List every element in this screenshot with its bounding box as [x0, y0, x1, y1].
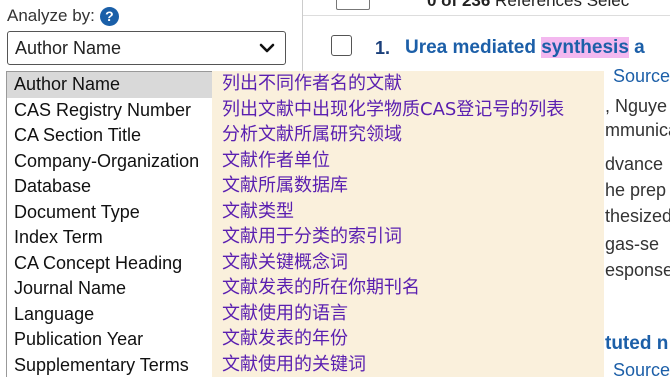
results-toolbar: 0 of 236 References Selec [303, 0, 670, 14]
option-document-type[interactable]: Document Type [7, 200, 212, 226]
result-1-abstract-line-1: dvance [605, 154, 664, 174]
chevron-down-icon [259, 43, 275, 53]
desc-journal-name: 文献发表的所在你期刊名 [222, 277, 420, 298]
analyze-options-list: Author Name CAS Registry Number CA Secti… [6, 71, 212, 377]
result-1-abstract-line-3: thesized [605, 206, 670, 226]
result-2-source-link[interactable]: Source [613, 360, 670, 377]
desc-publication-year: 文献发表的年份 [222, 328, 348, 349]
selected-count-suffix: References Selec [495, 0, 630, 10]
analyze-by-select[interactable]: Author Name [7, 31, 286, 65]
desc-author-name: 列出不同作者名的文献 [222, 73, 402, 94]
desc-database: 文献所属数据库 [222, 175, 348, 196]
result-1-title-pre: Urea mediated [405, 37, 542, 58]
option-descriptions-tooltip: 列出不同作者名的文献 列出文献中出现化学物质CAS登记号的列表 分析文献所属研究… [212, 71, 604, 377]
result-1-number: 1. [375, 38, 391, 58]
option-company-organization[interactable]: Company-Organization [7, 149, 212, 175]
selected-count-value: 0 of 236 [427, 0, 491, 10]
option-cas-registry-number[interactable]: CAS Registry Number [7, 98, 212, 124]
result-2-title[interactable]: tuted n [605, 333, 668, 355]
option-ca-section-title[interactable]: CA Section Title [7, 123, 212, 149]
analyze-by-label: Analyze by: ? [7, 6, 119, 26]
desc-ca-concept-heading: 文献关键概念词 [222, 251, 348, 273]
result-1-checkbox[interactable] [331, 35, 352, 56]
option-language[interactable]: Language [7, 302, 212, 328]
select-all-checkbox[interactable] [336, 0, 370, 10]
selected-count: 0 of 236 References Selec [427, 0, 629, 11]
result-1-journal-fragment: mmunica [605, 120, 670, 140]
desc-language: 文献使用的语言 [222, 302, 348, 324]
option-publication-year[interactable]: Publication Year [7, 327, 212, 353]
desc-supplementary-terms: 文献使用的关键词 [222, 353, 366, 375]
help-icon[interactable]: ? [99, 6, 119, 26]
option-ca-concept-heading[interactable]: CA Concept Heading [7, 251, 212, 277]
desc-index-term: 文献用于分类的索引词 [222, 226, 402, 247]
desc-company-organization: 文献作者单位 [222, 149, 330, 171]
result-1-title[interactable]: Urea mediated synthesis a [405, 37, 645, 59]
result-1-abstract-line-4: gas-se [605, 234, 660, 254]
option-supplementary-terms[interactable]: Supplementary Terms [7, 353, 212, 377]
result-1-source-link[interactable]: Source [613, 66, 670, 87]
result-1-title-post: a [628, 37, 645, 58]
desc-ca-section-title: 分析文献所属研究领域 [222, 124, 402, 145]
desc-document-type: 文献类型 [222, 200, 294, 222]
option-author-name[interactable]: Author Name [7, 72, 212, 98]
option-journal-name[interactable]: Journal Name [7, 276, 212, 302]
desc-cas-registry-number: 列出文献中出现化学物质CAS登记号的列表 [222, 98, 565, 120]
option-database[interactable]: Database [7, 174, 212, 200]
result-1-abstract-line-5: esponse [605, 260, 670, 280]
analyze-by-text: Analyze by: [7, 6, 95, 25]
option-index-term[interactable]: Index Term [7, 225, 212, 251]
result-1-authors-fragment: , Nguye [605, 96, 668, 116]
result-1-title-highlight: synthesis [541, 37, 629, 58]
analyze-by-selected-value: Author Name [15, 37, 122, 58]
toolbar-divider [303, 15, 670, 16]
result-1-abstract-line-2: he prep [605, 180, 667, 200]
